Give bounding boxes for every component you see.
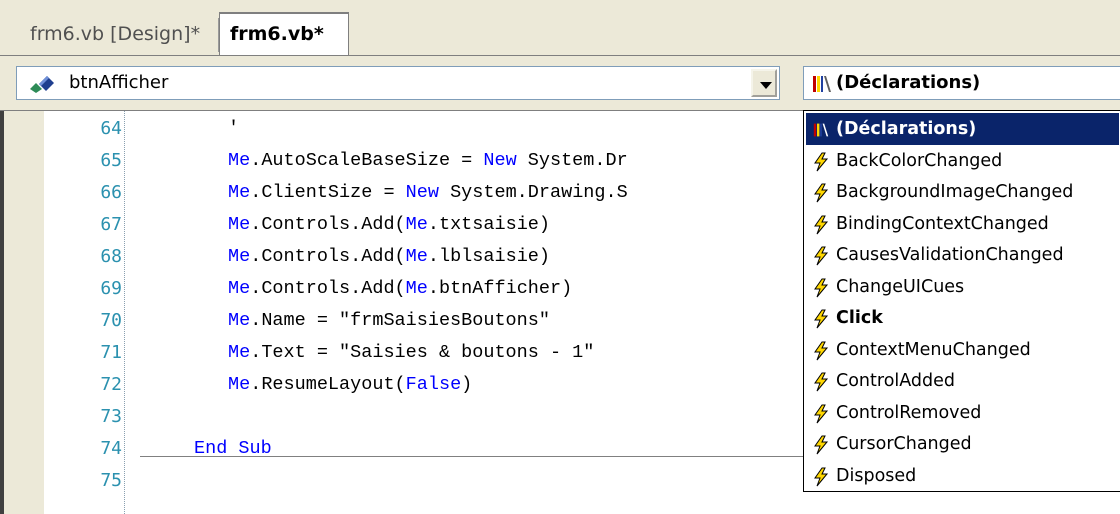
dropdown-item[interactable]: ContextMenuChanged — [806, 334, 1119, 366]
class-name-value: btnAfficher — [69, 72, 169, 93]
class-name-combo[interactable]: btnAfficher — [16, 66, 780, 100]
dropdown-item[interactable]: Disposed — [806, 460, 1119, 492]
line-number-gutter: 64 65 66 67 68 69 70 71 72 73 74 75 — [44, 111, 144, 514]
line-number: 74 — [100, 438, 122, 459]
keyword-token: Me — [228, 246, 251, 267]
event-icon — [814, 309, 829, 329]
indicator-margin — [4, 111, 44, 514]
method-name-combo[interactable]: (Déclarations) — [803, 66, 1120, 100]
tab-code-label: frm6.vb* — [230, 23, 324, 45]
event-icon — [814, 278, 829, 297]
code-text: System.Drawing.S — [438, 182, 628, 203]
event-icon — [814, 435, 829, 455]
tab-design-label: frm6.vb [Design]* — [30, 23, 201, 45]
code-text: .Controls.Add( — [250, 246, 406, 267]
line-number: 72 — [100, 374, 122, 395]
line-number: 71 — [100, 342, 122, 363]
dropdown-item-label: CausesValidationChanged — [836, 245, 1064, 265]
event-icon — [814, 183, 829, 203]
keyword-token: Me — [405, 278, 428, 299]
line-number: 70 — [100, 310, 122, 331]
tab-design[interactable]: frm6.vb [Design]* — [20, 14, 219, 56]
document-tab-strip: frm6.vb [Design]* frm6.vb* — [0, 0, 1120, 56]
dropdown-item-label: Click — [836, 308, 883, 328]
event-icon — [814, 404, 829, 423]
event-icon — [814, 341, 829, 360]
code-text: .ClientSize = — [250, 182, 406, 203]
code-text: .Controls.Add( — [250, 214, 406, 235]
event-icon — [814, 152, 829, 171]
event-icon — [814, 372, 829, 392]
dropdown-item-label: BackgroundImageChanged — [836, 182, 1074, 202]
code-text: .Name = "frmSaisiesBoutons" — [250, 310, 550, 331]
keyword-token: Me — [405, 214, 428, 235]
keyword-token: False — [405, 374, 462, 395]
event-icon — [814, 467, 829, 486]
dropdown-item-label: Disposed — [836, 465, 917, 486]
code-text: .AutoScaleBaseSize = — [250, 150, 484, 171]
code-text: .lblsaisie) — [427, 246, 550, 267]
line-number: 68 — [100, 246, 122, 267]
line-number: 67 — [100, 214, 122, 235]
dropdown-item[interactable]: ControlAdded — [806, 365, 1119, 397]
dropdown-item[interactable]: BindingContextChanged — [806, 208, 1119, 240]
keyword-token: Me — [228, 278, 251, 299]
declarations-icon — [813, 123, 829, 137]
event-icon — [814, 246, 829, 266]
code-text: .ResumeLayout( — [250, 374, 406, 395]
dropdown-item[interactable]: BackgroundImageChanged — [806, 176, 1119, 208]
keyword-token: New — [405, 182, 439, 203]
code-text: .btnAfficher) — [427, 278, 573, 299]
method-name-value: (Déclarations) — [836, 72, 981, 93]
declarations-icon — [813, 76, 831, 92]
line-number: 65 — [100, 150, 122, 171]
code-text: ) — [461, 374, 473, 395]
dropdown-item-label: (Déclarations) — [836, 119, 977, 139]
event-icon — [814, 215, 829, 234]
line-number: 69 — [100, 278, 122, 299]
line-number: 66 — [100, 182, 122, 203]
dropdown-item[interactable]: CausesValidationChanged — [806, 239, 1119, 271]
line-number: 73 — [100, 406, 122, 427]
keyword-token: End — [194, 438, 228, 459]
keyword-token: Me — [228, 374, 251, 395]
code-text: .Text = "Saisies & boutons - 1" — [250, 342, 595, 363]
class-combo-dropdown-button[interactable] — [751, 69, 777, 97]
dropdown-item-label: ControlRemoved — [836, 402, 982, 423]
dropdown-item-label: ContextMenuChanged — [836, 339, 1031, 360]
dropdown-item[interactable]: (Déclarations) — [806, 113, 1119, 145]
navigation-bar: btnAfficher (Déclarations) — [0, 56, 1120, 110]
dropdown-item-label: ChangeUICues — [836, 276, 965, 297]
keyword-token: Me — [228, 342, 251, 363]
keyword-token: Me — [405, 246, 428, 267]
dropdown-item[interactable]: BackColorChanged — [806, 145, 1119, 177]
dropdown-item-label: BindingContextChanged — [836, 213, 1049, 234]
dropdown-item[interactable]: Click — [806, 302, 1119, 334]
keyword-token: Me — [228, 182, 251, 203]
dropdown-item[interactable]: ChangeUICues — [806, 271, 1119, 303]
dropdown-item-label: CursorChanged — [836, 434, 972, 454]
keyword-token: Me — [228, 150, 251, 171]
keyword-token: Me — [228, 214, 251, 235]
keyword-token: Me — [228, 310, 251, 331]
code-text: .txtsaisie) — [427, 214, 550, 235]
line-number: 64 — [100, 118, 122, 139]
dropdown-item-label: ControlAdded — [836, 371, 956, 391]
code-text: .Controls.Add( — [250, 278, 406, 299]
line-number: 75 — [100, 470, 122, 491]
dropdown-item-label: BackColorChanged — [836, 150, 1003, 171]
keyword-token: New — [483, 150, 517, 171]
tab-code[interactable]: frm6.vb* — [219, 12, 349, 56]
code-text: System.Dr — [516, 150, 628, 171]
chevron-down-icon — [760, 82, 772, 89]
control-icon — [30, 76, 54, 93]
keyword-token: Sub — [238, 438, 272, 459]
dropdown-item[interactable]: CursorChanged — [806, 428, 1119, 460]
method-dropdown-list[interactable]: (Déclarations) BackColorChanged Background… — [803, 110, 1120, 492]
dropdown-item[interactable]: ControlRemoved — [806, 397, 1119, 429]
code-text: ' — [228, 118, 240, 139]
